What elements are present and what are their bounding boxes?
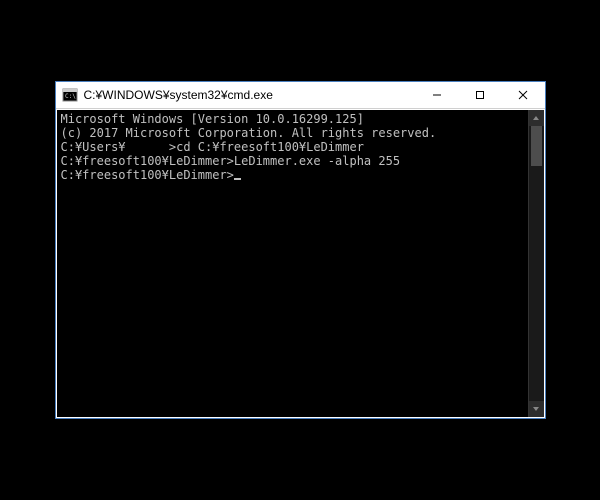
cmd-window: C:\ C:¥WINDOWS¥system32¥cmd.exe Microsof…: [55, 81, 546, 419]
terminal-line: (c) 2017 Microsoft Corporation. All righ…: [61, 126, 524, 140]
cmd-icon: C:\: [62, 87, 78, 103]
terminal-prompt-line: C:¥freesoft100¥LeDimmer>: [61, 168, 524, 182]
scroll-down-button[interactable]: [529, 401, 544, 417]
terminal-line: C:¥Users¥ >cd C:¥freesoft100¥LeDimmer: [61, 140, 524, 154]
terminal-line: Microsoft Windows [Version 10.0.16299.12…: [61, 112, 524, 126]
terminal-line: C:¥freesoft100¥LeDimmer>LeDimmer.exe -al…: [61, 154, 524, 168]
window-controls: [416, 82, 545, 108]
terminal-prompt: C:¥freesoft100¥LeDimmer>: [61, 168, 234, 182]
scrollbar-thumb[interactable]: [531, 126, 542, 166]
titlebar[interactable]: C:\ C:¥WINDOWS¥system32¥cmd.exe: [56, 82, 545, 109]
minimize-button[interactable]: [416, 82, 459, 108]
scrollbar[interactable]: [528, 110, 544, 417]
close-button[interactable]: [502, 82, 545, 108]
svg-text:C:\: C:\: [65, 93, 76, 100]
terminal-output[interactable]: Microsoft Windows [Version 10.0.16299.12…: [57, 110, 528, 417]
window-title: C:¥WINDOWS¥system32¥cmd.exe: [84, 88, 416, 102]
terminal-area: Microsoft Windows [Version 10.0.16299.12…: [57, 110, 544, 417]
scroll-up-button[interactable]: [529, 110, 544, 126]
cursor-icon: [234, 178, 241, 180]
maximize-button[interactable]: [459, 82, 502, 108]
